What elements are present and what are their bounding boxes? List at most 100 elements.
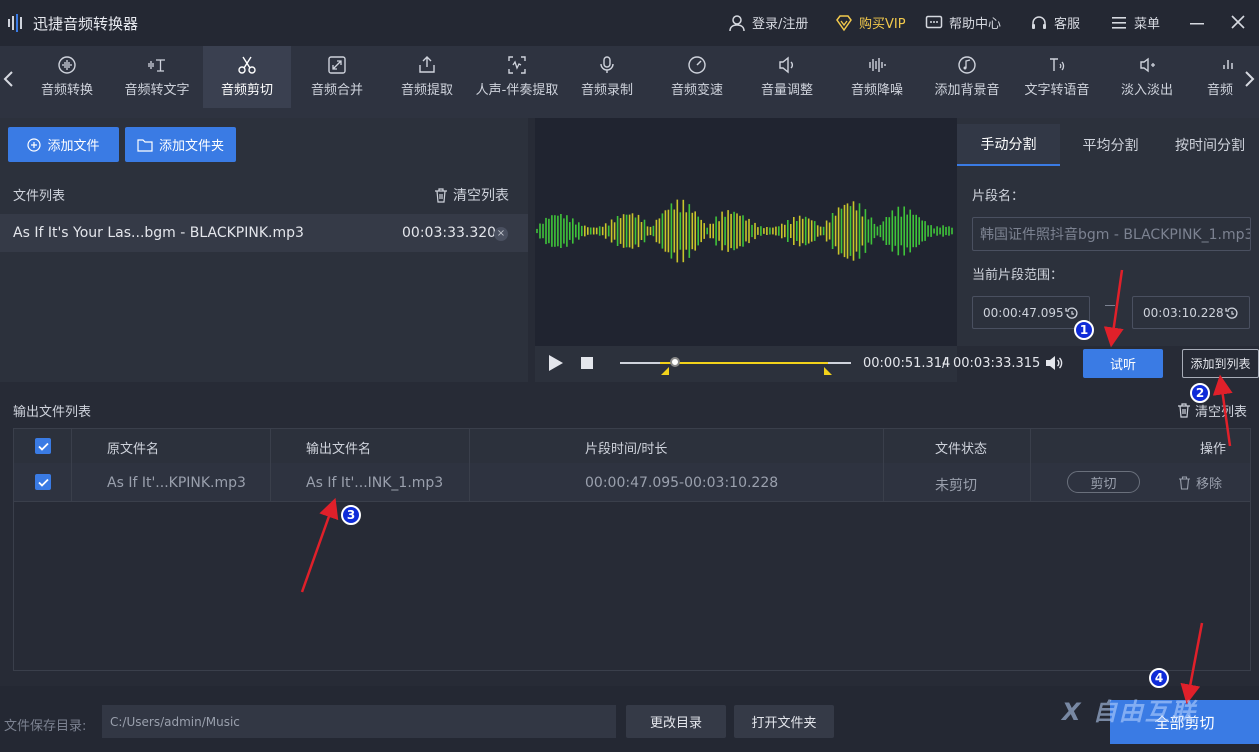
column-header-action: 操作 bbox=[1200, 442, 1227, 457]
tab-manual-split[interactable]: 手动分割 bbox=[957, 124, 1060, 166]
microphone-icon bbox=[600, 56, 614, 73]
row-source-filename: As If It'...KPINK.mp3 bbox=[107, 475, 246, 491]
time-separator: / bbox=[942, 356, 947, 371]
segment-end-value: 00:03:10.228 bbox=[1143, 305, 1224, 320]
reset-time-icon[interactable] bbox=[1065, 306, 1079, 320]
add-file-button[interactable]: 添加文件 bbox=[8, 127, 119, 162]
user-icon bbox=[729, 14, 745, 31]
tool-label: 人声-伴奏提取 bbox=[475, 83, 559, 98]
buy-vip-button[interactable]: 购买VIP bbox=[835, 13, 906, 32]
tool-label: 音频剪切 bbox=[220, 83, 273, 98]
volume-icon[interactable] bbox=[1044, 353, 1064, 373]
tool-audio-convert[interactable]: 音频转换 bbox=[23, 46, 111, 108]
tool-label: 音频降噪 bbox=[850, 83, 903, 98]
file-duration: 00:03:33.320 bbox=[402, 225, 497, 241]
column-header-output: 输出文件名 bbox=[306, 442, 372, 457]
save-dir-label: 文件保存目录: bbox=[4, 719, 87, 734]
add-to-list-button[interactable]: 添加到列表 bbox=[1182, 349, 1259, 378]
help-center-label: 帮助中心 bbox=[949, 17, 1002, 32]
chat-help-icon bbox=[925, 15, 943, 28]
tool-audio-merge[interactable]: 音频合并 bbox=[293, 46, 381, 108]
selected-range bbox=[660, 362, 828, 364]
service-label: 客服 bbox=[1054, 17, 1081, 32]
column-divider bbox=[270, 429, 271, 502]
tab-time-split[interactable]: 按时间分割 bbox=[1161, 124, 1259, 166]
clear-output-list-button[interactable]: 清空列表 bbox=[1177, 401, 1247, 420]
minimize-icon[interactable] bbox=[1187, 13, 1207, 33]
segment-start-input[interactable]: 00:00:47.095 bbox=[972, 296, 1090, 329]
stop-icon[interactable] bbox=[581, 357, 593, 369]
watermark-text: 自由互联 bbox=[1092, 698, 1197, 726]
remove-row-label: 移除 bbox=[1196, 477, 1223, 492]
tool-audio-more[interactable]: 音频 bbox=[1193, 46, 1249, 108]
play-icon[interactable] bbox=[548, 354, 564, 372]
tool-audio-record[interactable]: 音频录制 bbox=[563, 46, 651, 108]
reset-time-icon[interactable] bbox=[1225, 306, 1239, 320]
segment-end-input[interactable]: 00:03:10.228 bbox=[1132, 296, 1250, 329]
headset-icon bbox=[1032, 15, 1046, 29]
playhead-handle[interactable] bbox=[670, 357, 680, 367]
output-list-title: 输出文件列表 bbox=[13, 405, 92, 420]
tool-text-to-speech[interactable]: 文字转语音 bbox=[1013, 46, 1101, 108]
volume-adjust-icon bbox=[779, 56, 793, 74]
chevron-left-icon[interactable] bbox=[2, 68, 16, 90]
help-center-button[interactable]: 帮助中心 bbox=[925, 13, 1001, 32]
column-header-status: 文件状态 bbox=[935, 442, 988, 457]
add-folder-button[interactable]: 添加文件夹 bbox=[125, 127, 236, 162]
segment-name-input[interactable]: 韩国证件照抖音bgm - BLACKPINK_1.mp3 bbox=[972, 217, 1251, 251]
fade-icon bbox=[1140, 57, 1155, 73]
menu-label: 菜单 bbox=[1134, 17, 1161, 32]
open-folder-button[interactable]: 打开文件夹 bbox=[734, 705, 834, 738]
step-badge-4: 4 bbox=[1149, 668, 1169, 688]
cut-button[interactable]: 剪切 bbox=[1067, 471, 1140, 493]
tool-audio-cut[interactable]: 音频剪切 bbox=[203, 46, 291, 108]
row-output-filename: As If It'...INK_1.mp3 bbox=[306, 475, 444, 491]
app-logo-icon bbox=[8, 14, 22, 32]
tool-label: 音量调整 bbox=[760, 83, 813, 98]
step-badge-1: 1 bbox=[1074, 320, 1094, 340]
tool-audio-to-text[interactable]: 音频转文字 bbox=[113, 46, 201, 108]
add-file-label: 添加文件 bbox=[47, 139, 100, 154]
column-header-time: 片段时间/时长 bbox=[585, 442, 668, 457]
preview-button[interactable]: 试听 bbox=[1083, 349, 1163, 378]
tool-vocal-extract[interactable]: 人声-伴奏提取 bbox=[473, 46, 561, 108]
hamburger-icon bbox=[1112, 16, 1126, 29]
select-all-checkbox[interactable] bbox=[35, 438, 51, 454]
login-label: 登录/注册 bbox=[752, 17, 809, 32]
audio-waveform bbox=[536, 199, 953, 263]
clear-file-list-label: 清空列表 bbox=[453, 188, 509, 204]
step-badge-2: 2 bbox=[1190, 383, 1210, 403]
scissors-icon bbox=[238, 56, 256, 74]
remove-file-icon[interactable]: × bbox=[494, 227, 508, 241]
close-icon[interactable] bbox=[1227, 11, 1249, 33]
tool-background-music[interactable]: 添加背景音 bbox=[923, 46, 1011, 108]
column-divider bbox=[1030, 429, 1031, 502]
tool-bar: 音频转换 音频转文字 音频剪切 音频合并 音频提取 人声-伴奏提取 音频录制 音… bbox=[0, 46, 1259, 118]
tool-fade[interactable]: 淡入淡出 bbox=[1103, 46, 1191, 108]
login-button[interactable]: 登录/注册 bbox=[728, 13, 808, 32]
service-button[interactable]: 客服 bbox=[1030, 13, 1080, 32]
remove-row-button[interactable]: 移除 bbox=[1178, 473, 1222, 492]
tool-volume-adjust[interactable]: 音量调整 bbox=[743, 46, 831, 108]
tool-label: 音频合并 bbox=[310, 83, 363, 98]
check-icon bbox=[37, 478, 49, 487]
tool-audio-extract[interactable]: 音频提取 bbox=[383, 46, 471, 108]
clear-file-list-button[interactable]: 清空列表 bbox=[434, 185, 509, 205]
tool-denoise[interactable]: 音频降噪 bbox=[833, 46, 921, 108]
tool-audio-speed[interactable]: 音频变速 bbox=[653, 46, 741, 108]
tool-label: 添加背景音 bbox=[934, 83, 1000, 98]
watermark-x-icon: X bbox=[1062, 698, 1083, 726]
menu-button[interactable]: 菜单 bbox=[1110, 13, 1160, 32]
tool-label: 淡入淡出 bbox=[1120, 83, 1173, 98]
add-folder-label: 添加文件夹 bbox=[158, 139, 224, 154]
chevron-right-icon[interactable] bbox=[1242, 68, 1256, 90]
tab-average-split[interactable]: 平均分割 bbox=[1060, 124, 1161, 166]
change-dir-button[interactable]: 更改目录 bbox=[626, 705, 726, 738]
row-checkbox[interactable] bbox=[35, 474, 51, 490]
save-dir-input[interactable]: C:/Users/admin/Music bbox=[102, 705, 616, 738]
row-segment-time: 00:00:47.095-00:03:10.228 bbox=[585, 475, 779, 491]
plus-circle-icon bbox=[27, 137, 42, 152]
app-title: 迅捷音频转换器 bbox=[33, 15, 139, 33]
buy-vip-label: 购买VIP bbox=[859, 17, 906, 32]
tool-label: 音频变速 bbox=[670, 83, 723, 98]
